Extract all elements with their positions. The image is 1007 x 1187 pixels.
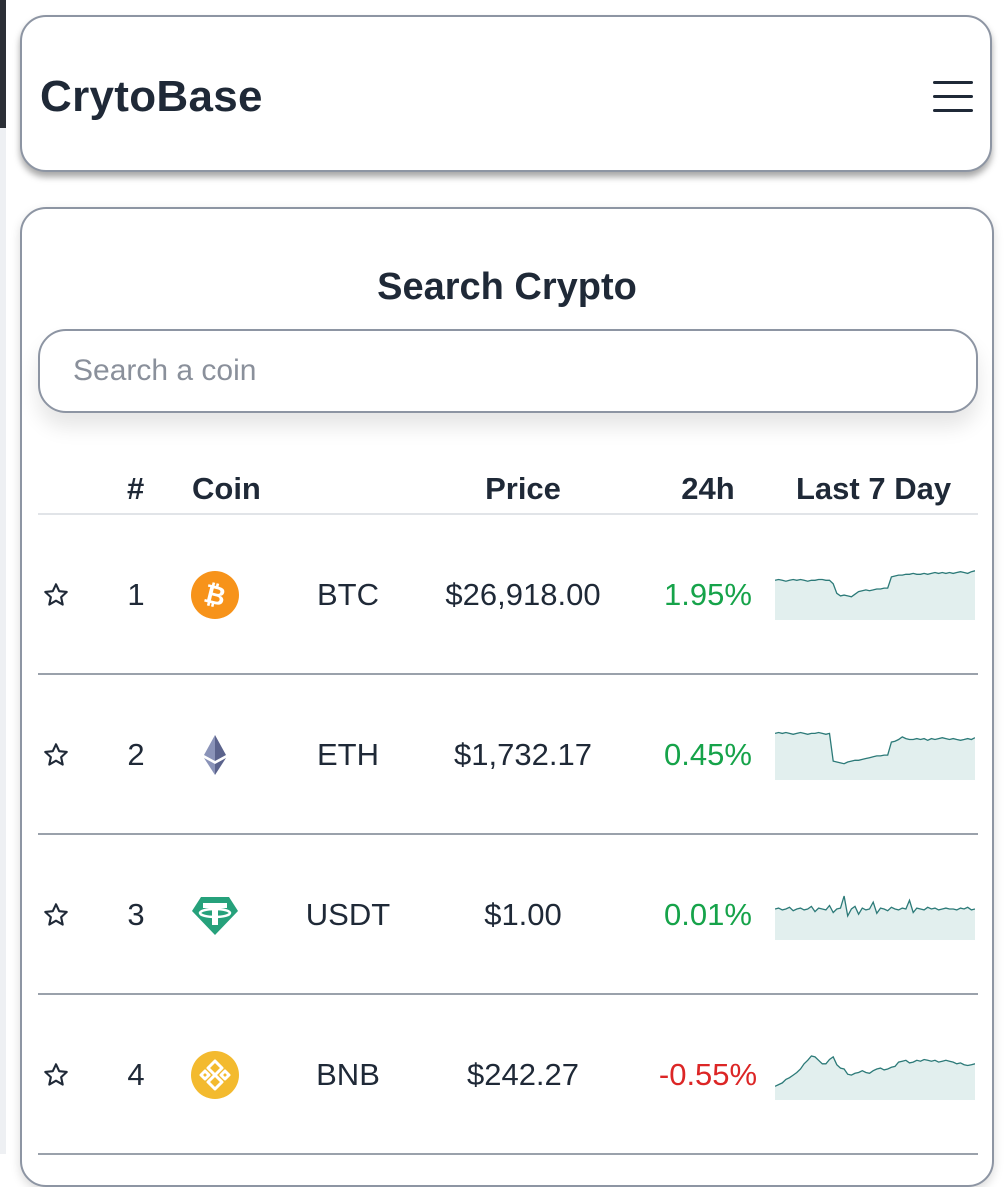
page-edge-dark	[0, 0, 6, 128]
star-icon[interactable]	[42, 741, 70, 769]
star-icon[interactable]	[42, 581, 70, 609]
coin-symbol: ETH	[317, 737, 379, 772]
table-row[interactable]: 1 ₿ BTC $26,918.00 1.95%	[38, 515, 978, 675]
bitcoin-logo-icon: ₿	[191, 571, 239, 619]
coin-rank: 2	[127, 737, 145, 772]
price-change-24h: -0.55%	[658, 1057, 758, 1092]
star-icon[interactable]	[42, 1061, 70, 1089]
column-header-coin: Coin	[192, 471, 261, 506]
sparkline-area	[775, 896, 975, 940]
ethereum-logo-icon	[204, 735, 226, 775]
coin-symbol: BNB	[316, 1057, 380, 1092]
search-panel-title: Search Crypto	[377, 266, 637, 308]
coin-price: $1.00	[484, 897, 562, 932]
coin-price: $26,918.00	[445, 577, 601, 612]
table-row[interactable]: 3 USDT $1.00 0.01%	[38, 835, 978, 995]
navbar: CrytoBase	[20, 15, 992, 172]
sparkline-chart	[775, 1055, 975, 1100]
sparkline-chart	[775, 731, 975, 780]
column-header-24h: 24h	[681, 471, 735, 506]
star-icon[interactable]	[42, 901, 70, 929]
price-change-24h: 0.45%	[664, 737, 752, 772]
coin-rank: 4	[127, 1057, 145, 1092]
coin-price: $1,732.17	[454, 737, 592, 772]
row-divider	[38, 1153, 978, 1155]
table-row[interactable]: 2 ETH $1,732.17 0.45%	[38, 675, 978, 835]
coin-symbol: USDT	[305, 897, 391, 932]
coin-rank: 3	[127, 897, 145, 932]
coin-rank: 1	[127, 577, 145, 612]
tether-logo-icon	[192, 897, 238, 935]
price-change-24h: 1.95%	[664, 577, 752, 612]
price-change-24h: 0.01%	[664, 897, 752, 932]
brand-logo[interactable]: CrytoBase	[40, 72, 263, 122]
table-row[interactable]: 4 BNB $242.27 -0.55%	[38, 995, 978, 1155]
coin-symbol: BTC	[317, 577, 379, 612]
column-header-price: Price	[485, 471, 561, 506]
sparkline-area	[775, 570, 975, 620]
sparkline-chart	[775, 570, 975, 620]
search-input[interactable]	[38, 329, 978, 413]
bnb-logo-icon	[191, 1051, 239, 1099]
sparkline-chart	[775, 895, 975, 940]
coin-price: $242.27	[466, 1057, 580, 1092]
column-header-rank: #	[127, 471, 145, 506]
search-crypto-panel: Search Crypto # Coin Price 24h Last 7 Da…	[20, 207, 994, 1187]
column-header-last-7-day: Last 7 Day	[796, 471, 952, 506]
hamburger-menu-icon[interactable]	[933, 77, 975, 115]
page-edge	[0, 0, 6, 1154]
